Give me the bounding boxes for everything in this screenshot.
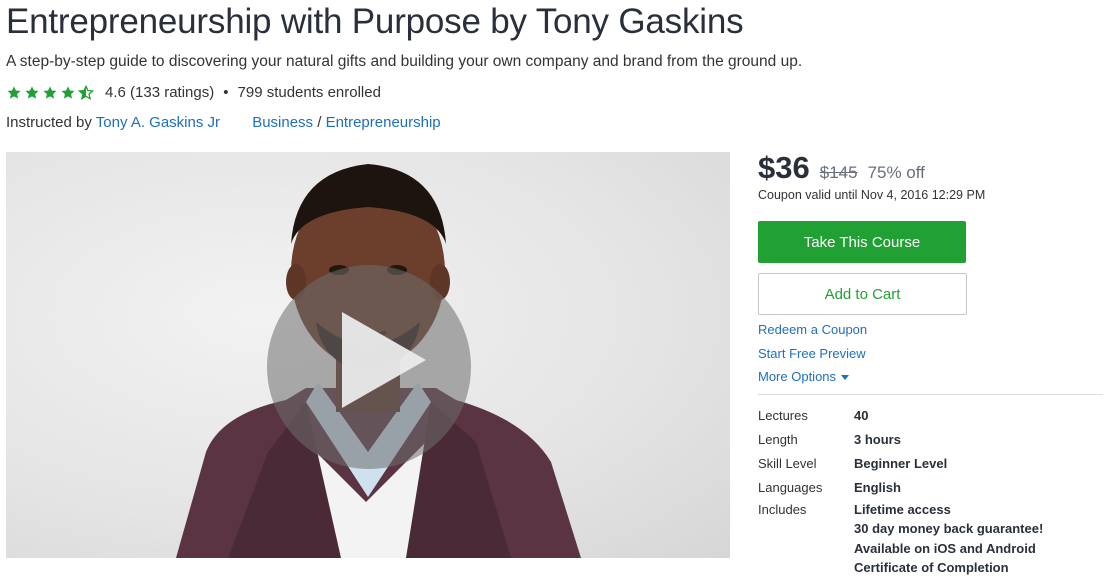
detail-label: Languages xyxy=(758,479,823,495)
detail-label: Lectures xyxy=(758,407,808,423)
secondary-actions: Redeem a Coupon Start Free Preview More … xyxy=(758,320,1103,391)
ratings-count: (133 ratings) xyxy=(130,84,215,101)
instructed-by-label: Instructed by xyxy=(6,114,92,131)
detail-row: Languages English xyxy=(758,476,1103,500)
course-details: Lectures 40 Length 3 hours Skill Level B… xyxy=(758,404,1103,578)
includes-label: Includes xyxy=(758,501,807,517)
detail-row: Skill Level Beginner Level xyxy=(758,452,1103,476)
add-to-cart-button[interactable]: Add to Cart xyxy=(758,273,967,315)
detail-value: Beginner Level xyxy=(854,455,948,471)
detail-value: 40 xyxy=(854,407,869,423)
divider xyxy=(758,393,1103,395)
current-price: $36 xyxy=(758,150,810,185)
play-icon[interactable] xyxy=(342,312,426,408)
includes-list: Lifetime access 30 day money back guaran… xyxy=(854,500,1043,578)
discount-label: 75% off xyxy=(867,163,925,182)
star-icon xyxy=(25,85,39,99)
star-icon xyxy=(43,85,57,99)
course-title: Entrepreneurship with Purpose by Tony Ga… xyxy=(6,2,744,41)
rating-row: 4.6 (133 ratings) • 799 students enrolle… xyxy=(6,84,381,101)
detail-row: Lectures 40 xyxy=(758,404,1103,428)
more-options-link[interactable]: More Options xyxy=(758,369,849,384)
breadcrumb-separator: / xyxy=(317,114,322,131)
include-item: Certificate of Completion xyxy=(854,560,1009,575)
coupon-validity: Coupon valid until Nov 4, 2016 12:29 PM xyxy=(758,188,986,202)
detail-row: Length 3 hours xyxy=(758,428,1103,452)
separator-dot: • xyxy=(223,84,229,101)
redeem-coupon-link[interactable]: Redeem a Coupon xyxy=(758,322,867,337)
star-half-icon xyxy=(78,84,94,100)
detail-label: Skill Level xyxy=(758,455,817,471)
subcategory-link[interactable]: Entrepreneurship xyxy=(326,114,441,131)
purchase-sidebar: $36 $145 75% off Coupon valid until Nov … xyxy=(758,150,1103,578)
price-row: $36 $145 75% off xyxy=(758,150,1103,186)
more-options-label: More Options xyxy=(758,369,837,384)
instructor-row: Instructed by Tony A. Gaskins Jr Busines… xyxy=(6,114,441,131)
star-icon xyxy=(7,85,21,99)
category-link[interactable]: Business xyxy=(252,114,313,131)
rating-value: 4.6 xyxy=(105,84,126,101)
original-price: $145 xyxy=(819,163,858,182)
star-rating xyxy=(6,84,96,101)
caret-down-icon xyxy=(840,374,849,380)
star-icon xyxy=(61,85,75,99)
include-item: Lifetime access xyxy=(854,501,951,517)
detail-label: Length xyxy=(758,431,798,447)
include-item: Available on iOS and Android xyxy=(854,540,1036,556)
students-enrolled: 799 students enrolled xyxy=(237,84,381,101)
instructor-link[interactable]: Tony A. Gaskins Jr xyxy=(96,114,220,131)
take-this-course-button[interactable]: Take This Course xyxy=(758,221,966,263)
breadcrumb: Business / Entrepreneurship xyxy=(252,114,440,131)
course-subtitle: A step-by-step guide to discovering your… xyxy=(6,53,803,70)
detail-value: English xyxy=(854,479,901,495)
includes-row: Includes Lifetime access 30 day money ba… xyxy=(758,500,1103,578)
course-preview-video[interactable] xyxy=(6,152,730,558)
include-item: 30 day money back guarantee! xyxy=(854,521,1044,536)
free-preview-link[interactable]: Start Free Preview xyxy=(758,346,866,361)
detail-value: 3 hours xyxy=(854,431,901,447)
